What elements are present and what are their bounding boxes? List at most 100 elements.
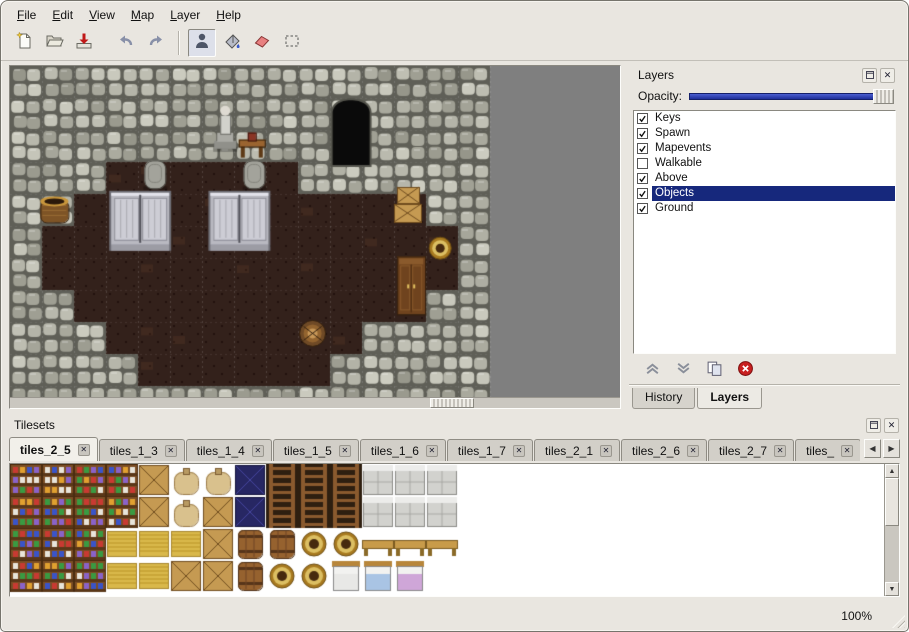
close-panel-button[interactable]: ✕	[880, 68, 895, 83]
select-button[interactable]	[278, 29, 306, 57]
tileset-tab-tiles_1_4[interactable]: tiles_1_4✕	[186, 439, 272, 461]
tilesets-panel-titlebar: Tilesets ✕	[5, 415, 904, 435]
layer-name: Spawn	[652, 126, 895, 141]
scroll-tabs-right-button[interactable]: ▶	[883, 439, 900, 458]
close-tab-icon[interactable]: ✕	[165, 445, 177, 457]
menu-view[interactable]: View	[81, 6, 123, 24]
zoom-level: 100%	[841, 609, 872, 623]
move-down-icon	[675, 360, 692, 382]
stamp-button[interactable]	[188, 29, 216, 57]
dock-tab-layers[interactable]: Layers	[697, 388, 762, 409]
redo-button[interactable]	[142, 29, 170, 57]
close-tab-icon[interactable]: ✕	[841, 445, 853, 457]
app-window: FileEditViewMapLayerHelp Layers ✕ Opacit…	[0, 0, 909, 632]
close-tab-icon[interactable]: ✕	[426, 445, 438, 457]
float-panel-button[interactable]	[862, 68, 877, 83]
layer-name: Mapevents	[652, 141, 895, 156]
tileset-tab-tiles_2_5[interactable]: tiles_2_5 ✕	[9, 437, 98, 461]
save-icon	[74, 31, 94, 56]
redo-icon	[146, 31, 166, 56]
tilesets-panel-title: Tilesets	[14, 418, 55, 432]
delete-icon	[737, 360, 754, 382]
menu-bar: FileEditViewMapLayerHelp	[1, 1, 908, 26]
close-tab-icon[interactable]: ✕	[774, 445, 786, 457]
tileset-tab-tiles_2_6[interactable]: tiles_2_6 ✕	[621, 439, 707, 461]
tileset-tab-label: tiles_2_1	[545, 444, 593, 458]
layer-checkbox-mapevents[interactable]	[637, 143, 648, 154]
close-tab-icon[interactable]: ✕	[252, 445, 264, 457]
delete-layer-button[interactable]	[736, 362, 754, 380]
layer-checkbox-walkable[interactable]	[637, 158, 648, 169]
horizontal-scrollbar-thumb[interactable]	[430, 398, 474, 408]
map-horizontal-scrollbar[interactable]	[10, 397, 620, 408]
layer-checkbox-above[interactable]	[637, 173, 648, 184]
layer-row-mapevents[interactable]: Mapevents	[634, 141, 895, 156]
close-tab-icon[interactable]: ✕	[600, 445, 612, 457]
scroll-tabs-left-button[interactable]: ◀	[864, 439, 881, 458]
move-down-layer-button[interactable]	[674, 362, 692, 380]
opacity-slider-handle[interactable]	[873, 89, 894, 104]
tileset-tab-label: tiles_2_6	[632, 444, 680, 458]
close-tab-icon[interactable]: ✕	[513, 445, 525, 457]
opacity-slider[interactable]	[689, 88, 894, 104]
close-tab-icon[interactable]: ✕	[78, 444, 90, 456]
tileset-tab-tiles_1_5[interactable]: tiles_1_5✕	[273, 439, 359, 461]
tileset-tab-tiles_2_7[interactable]: tiles_2_7 ✕	[708, 439, 794, 461]
dock-tab-history[interactable]: History	[632, 388, 695, 409]
menu-help[interactable]: Help	[208, 6, 249, 24]
layer-checkbox-ground[interactable]	[637, 203, 648, 214]
opacity-slider-track	[689, 93, 892, 100]
work-area: Layers ✕ Opacity: KeysSpawnMapeventsWalk…	[9, 65, 900, 409]
tileset-canvas[interactable]	[10, 464, 544, 597]
layer-name: Objects	[652, 186, 895, 201]
layer-checkbox-keys[interactable]	[637, 113, 648, 124]
save-button[interactable]	[70, 29, 98, 57]
scroll-down-button[interactable]: ▼	[885, 582, 899, 596]
opacity-label: Opacity:	[638, 89, 682, 103]
layers-dock-tabs: HistoryLayers	[629, 385, 900, 409]
float-panel-button[interactable]	[866, 418, 881, 433]
menu-layer[interactable]: Layer	[162, 6, 208, 24]
tileset-tab-tiles_1_6[interactable]: tiles_1_6 ✕	[360, 439, 446, 461]
eraser-button[interactable]	[248, 29, 276, 57]
new-icon	[14, 31, 34, 56]
tileset-tab-label: tiles_2_7	[719, 444, 767, 458]
tileset-tab-label: tiles_	[806, 444, 834, 458]
status-bar: 100%	[1, 601, 908, 631]
layer-checkbox-spawn[interactable]	[637, 128, 648, 139]
tileset-tab-label: tiles_1_7	[458, 444, 506, 458]
undo-button[interactable]	[112, 29, 140, 57]
tileset-tab-label: tiles_1_6	[371, 444, 419, 458]
layer-row-keys[interactable]: Keys	[634, 111, 895, 126]
tileset-tab-tiles_1_7[interactable]: tiles_1_7 ✕	[447, 439, 533, 461]
scroll-up-button[interactable]: ▲	[885, 464, 899, 478]
move-up-layer-button[interactable]	[643, 362, 661, 380]
close-tab-icon[interactable]: ✕	[687, 445, 699, 457]
tileset-tab-label: tiles_2_5	[20, 443, 71, 457]
tilesets-panel: Tilesets ✕ tiles_2_5✕tiles_1_3✕tiles_1_4…	[5, 415, 904, 601]
new-button[interactable]	[10, 29, 38, 57]
menu-edit[interactable]: Edit	[44, 6, 81, 24]
tileset-tab-tiles_2_1[interactable]: tiles_2_1 ✕	[534, 439, 620, 461]
tileset-tab-tiles_[interactable]: tiles_ ✕	[795, 439, 860, 461]
vertical-scrollbar-thumb[interactable]	[885, 478, 899, 526]
duplicate-layer-button[interactable]	[705, 362, 723, 380]
menu-map[interactable]: Map	[123, 6, 162, 24]
fill-button[interactable]	[218, 29, 246, 57]
layer-row-above[interactable]: Above	[634, 171, 895, 186]
layer-row-ground[interactable]: Ground	[634, 201, 895, 216]
tileset-tabs-row: tiles_2_5✕tiles_1_3✕tiles_1_4✕tiles_1_5✕…	[5, 435, 904, 461]
map-canvas[interactable]	[10, 66, 620, 397]
layer-row-objects[interactable]: Objects	[634, 186, 895, 201]
close-tab-icon[interactable]: ✕	[339, 445, 351, 457]
layer-checkbox-objects[interactable]	[637, 188, 648, 199]
menu-file[interactable]: File	[9, 6, 44, 24]
stamp-icon	[192, 31, 212, 56]
close-panel-button[interactable]: ✕	[884, 418, 899, 433]
tileset-tab-tiles_1_3[interactable]: tiles_1_3 ✕	[99, 439, 185, 461]
tileset-tab-label: tiles_1_3	[110, 444, 158, 458]
layer-row-spawn[interactable]: Spawn	[634, 126, 895, 141]
tileset-vertical-scrollbar[interactable]: ▲ ▼	[884, 464, 899, 596]
open-button[interactable]	[40, 29, 68, 57]
layer-row-walkable[interactable]: Walkable	[634, 156, 895, 171]
